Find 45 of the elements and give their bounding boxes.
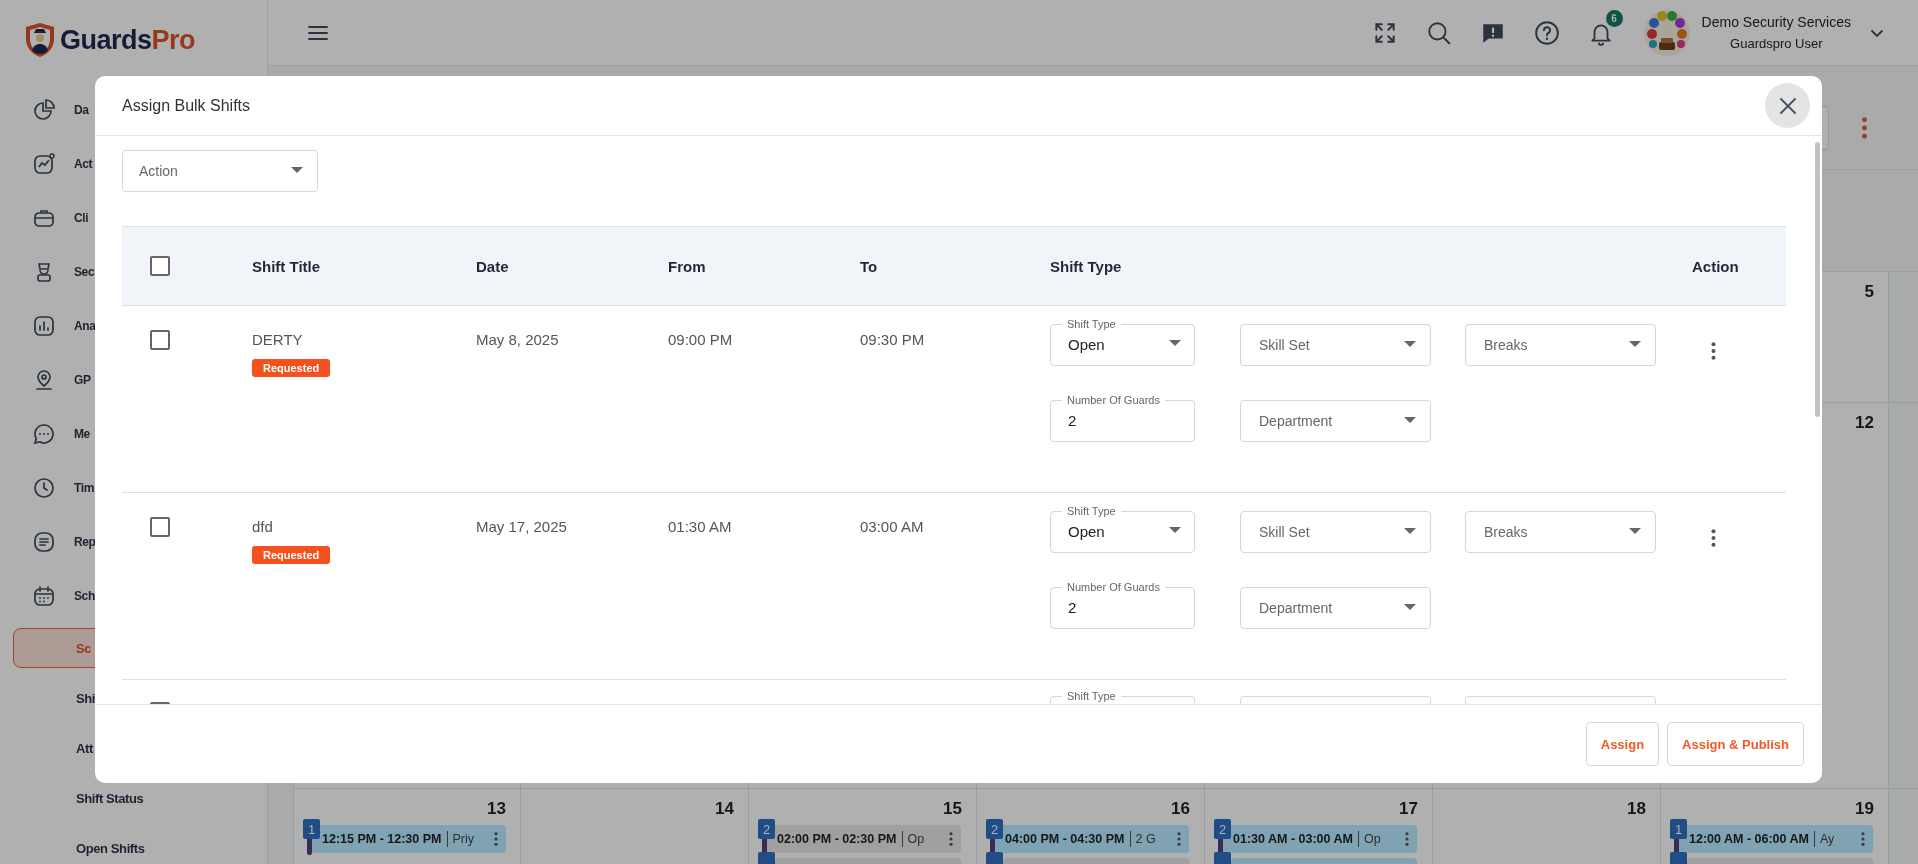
shift-time: 01:30 AM - 03:00 AM bbox=[1233, 832, 1353, 846]
user-name: Guardspro User bbox=[1730, 36, 1823, 51]
count-badge: 1 bbox=[1670, 819, 1687, 839]
day-number: 19 bbox=[1855, 798, 1874, 820]
shift-title: DERTY bbox=[252, 330, 303, 350]
shift-detail: 2 G bbox=[1135, 832, 1157, 846]
notification-badge: 6 bbox=[1605, 9, 1623, 27]
dialog-title: Assign Bulk Shifts bbox=[122, 96, 251, 115]
time-cell-text: 03:00 AM bbox=[860, 517, 925, 537]
shift-time: 12:00 AM - 06:00 AM bbox=[1689, 832, 1809, 846]
day-number: 16 bbox=[1171, 798, 1190, 820]
count-badge: 2 bbox=[1214, 819, 1231, 839]
time-cell-text: 01:30 AM bbox=[668, 517, 733, 537]
shift-detail: Op bbox=[907, 832, 926, 846]
column-header: Action bbox=[1692, 257, 1740, 275]
day-number: 5 bbox=[1864, 281, 1874, 303]
column-header: From bbox=[668, 257, 707, 275]
count-badge: 2 bbox=[758, 819, 775, 839]
day-number: 15 bbox=[943, 798, 962, 820]
shift-detail: Priy bbox=[452, 832, 476, 846]
column-header: To bbox=[860, 257, 879, 275]
count-badge: 2 bbox=[986, 819, 1003, 839]
shift-detail: Ay bbox=[1819, 832, 1836, 846]
column-header: Shift Type bbox=[1050, 257, 1123, 275]
time-cell-text: 09:00 PM bbox=[668, 330, 734, 350]
shift-title: dfd bbox=[252, 517, 273, 537]
column-header: Date bbox=[476, 257, 510, 275]
day-number: 13 bbox=[487, 798, 506, 820]
shift-time: 04:00 PM - 04:30 PM bbox=[1005, 832, 1125, 846]
logo-text: GuardsPro bbox=[60, 24, 196, 56]
company-name: Demo Security Services bbox=[1701, 14, 1851, 30]
column-header: Shift Title bbox=[252, 257, 322, 275]
time-cell-text: 09:30 PM bbox=[860, 330, 926, 350]
status-badge: Requested bbox=[252, 546, 331, 564]
status-badge: Requested bbox=[252, 359, 331, 377]
day-number: 18 bbox=[1627, 798, 1646, 820]
day-number: 14 bbox=[715, 798, 734, 820]
count-badge: 1 bbox=[303, 819, 320, 839]
shift-detail: Op bbox=[1363, 832, 1382, 846]
date-cell-text: May 8, 2025 bbox=[476, 330, 560, 350]
day-number: 12 bbox=[1855, 412, 1874, 434]
day-number: 17 bbox=[1399, 798, 1418, 820]
shift-time: 02:00 PM - 02:30 PM bbox=[777, 832, 897, 846]
shift-time: 12:15 PM - 12:30 PM bbox=[322, 832, 442, 846]
date-cell-text: May 17, 2025 bbox=[476, 517, 568, 537]
